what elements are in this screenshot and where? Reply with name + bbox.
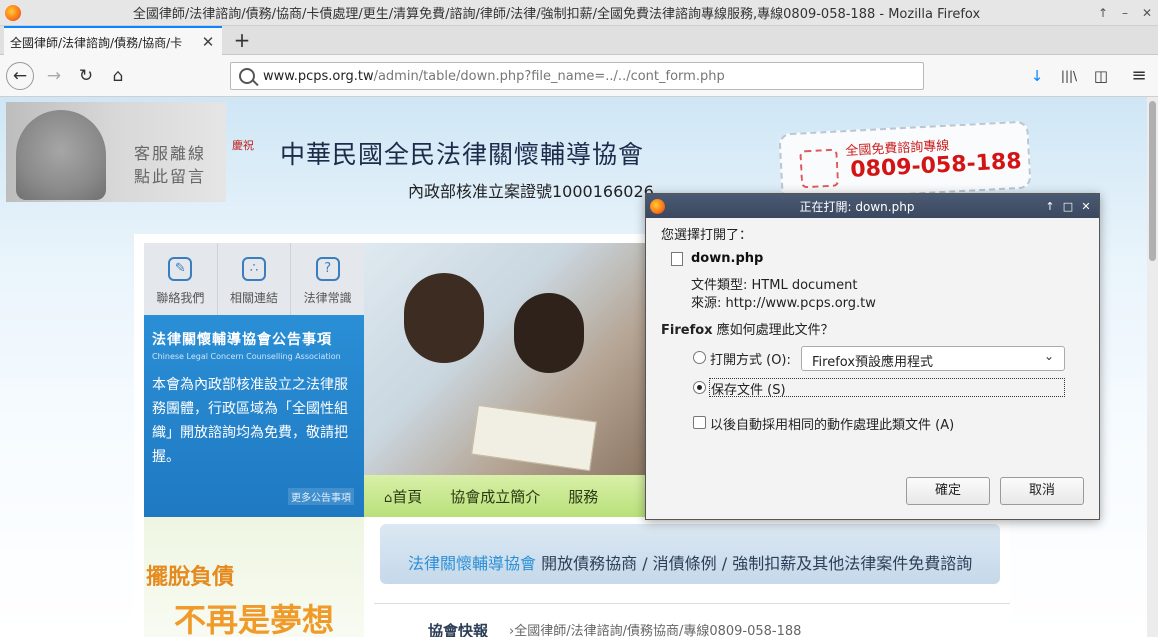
dialog-maximize-button[interactable]: □	[1059, 200, 1077, 213]
support-text-line2: 點此留言	[134, 167, 207, 186]
downloads-icon[interactable]: ↓	[1024, 63, 1050, 89]
org-name: 中華民國全民法律關懷輔導協會	[280, 140, 645, 169]
window-titlebar: 全國律師/法律諮詢/債務/協商/卡債處理/更生/清算免費/諮詢/律師/法律/強制…	[0, 0, 1158, 26]
url-path: /admin/table/down.php?file_name=../../co…	[373, 68, 725, 84]
tab-bar: 全國律師/法律諮詢/債務/協商/卡 ✕ +	[0, 26, 1158, 56]
save-file-radio[interactable]	[693, 381, 706, 394]
tab-close-icon[interactable]: ✕	[200, 33, 216, 51]
open-with-label[interactable]: 打開方式 (O):	[710, 349, 791, 368]
org-registration: 內政部核准立案證號1000166026	[408, 182, 654, 201]
dialog-prompt: 您選擇打開了：	[661, 228, 753, 243]
menu-item-services[interactable]: 服務	[568, 486, 598, 507]
support-photo	[16, 110, 106, 200]
window-close-button[interactable]: ✕	[1136, 6, 1158, 20]
support-text-line1: 客服離線	[134, 144, 207, 163]
hero-family-photo	[364, 243, 646, 475]
sidebar-icon[interactable]: ◫	[1088, 63, 1114, 89]
notice-subtitle: Chinese Legal Concern Counselling Associ…	[152, 352, 341, 361]
remember-label[interactable]: 以後自動採用相同的動作處理此類文件 (A)	[710, 414, 954, 433]
news-bar: 協會快報 ›全國律師/法律諮詢/債務協商/專線0809-058-188	[374, 603, 1010, 637]
notice-panel: 法律關懷輔導協會公告事項 Chinese Legal Concern Couns…	[144, 315, 364, 517]
home-button[interactable]: ⌂	[104, 62, 132, 90]
menu-item-home[interactable]: 首頁	[384, 486, 422, 507]
file-icon	[671, 252, 683, 266]
quick-link-contact[interactable]: ✎ 聯絡我們	[144, 243, 218, 315]
library-icon[interactable]: |||\	[1056, 63, 1082, 89]
deco-mark: 慶祝	[232, 139, 254, 152]
service-banner: 法律關懷輔導協會 開放債務協商 / 消債條例 / 強制扣薪及其他法律案件免費諮詢	[380, 524, 1000, 584]
save-file-label[interactable]: 保存文件 (S)	[709, 378, 1065, 398]
window-up-button[interactable]: ↑	[1092, 6, 1114, 20]
main-menu: 首頁 協會成立簡介 服務	[364, 475, 646, 517]
url-bar[interactable]: www.pcps.org.tw/admin/table/down.php?fil…	[230, 62, 924, 90]
url-text: www.pcps.org.tw/admin/table/down.php?fil…	[263, 69, 725, 84]
navigation-toolbar: ← → ↻ ⌂ www.pcps.org.tw/admin/table/down…	[0, 55, 1158, 97]
url-host: www.pcps.org.tw	[263, 68, 374, 84]
dialog-up-button[interactable]: ↑	[1041, 200, 1059, 213]
dialog-question: Firefox 應如何處理此文件？	[661, 319, 834, 338]
hotline-badge[interactable]: 全國免費諮詢專線 0809-058-188	[778, 120, 1032, 202]
quick-links: ✎ 聯絡我們 ∴ 相關連結 ? 法律常識	[144, 243, 364, 315]
chevron-down-icon: ⌄	[1043, 349, 1054, 363]
open-file-dialog: 正在打開: down.php ↑ □ ✕ 您選擇打開了： down.php 文件…	[645, 193, 1100, 520]
file-type: 文件類型: HTML document	[691, 278, 858, 293]
quick-link-legal[interactable]: ? 法律常識	[291, 243, 364, 315]
news-ticker[interactable]: ›全國律師/法律諮詢/債務協商/專線0809-058-188	[509, 620, 801, 637]
page-scrollbar[interactable]	[1147, 97, 1158, 637]
slogan-line1: 擺脫負債	[146, 565, 235, 590]
support-text: 客服離線 點此留言	[134, 142, 206, 188]
dialog-header: 正在打開: down.php ↑ □ ✕	[646, 194, 1099, 218]
new-tab-button[interactable]: +	[230, 28, 254, 52]
support-widget[interactable]: 客服離線 點此留言	[6, 102, 226, 202]
question-prefix: Firefox	[661, 323, 713, 338]
firefox-logo-icon	[650, 198, 665, 214]
quick-link-links[interactable]: ∴ 相關連結	[218, 243, 292, 315]
ok-button[interactable]: 確定	[906, 477, 990, 505]
slogan-banner: 擺脫負債 不再是夢想	[144, 517, 364, 637]
hero-book	[471, 404, 597, 472]
notice-title: 法律關懷輔導協會公告事項	[152, 332, 332, 348]
slogan-line2: 不再是夢想	[174, 601, 335, 637]
file-name: down.php	[691, 251, 764, 266]
service-banner-text: 法律關懷輔導協會 開放債務協商 / 消債條例 / 強制扣薪及其他法律案件免費諮詢	[408, 550, 972, 574]
window-minimize-button[interactable]: –	[1114, 6, 1136, 20]
open-with-select[interactable]: Firefox預設應用程式 ⌄	[801, 346, 1065, 371]
search-icon	[239, 68, 255, 84]
cancel-button[interactable]: 取消	[1000, 477, 1084, 505]
quick-link-label: 相關連結	[230, 291, 279, 305]
quick-link-label: 法律常識	[303, 291, 352, 305]
file-source: 來源: http://www.pcps.org.tw	[691, 296, 876, 311]
banner-rest: 開放債務協商 / 消債條例 / 強制扣薪及其他法律案件免費諮詢	[536, 554, 973, 573]
open-with-radio[interactable]	[693, 351, 706, 364]
scrollbar-thumb[interactable]	[1149, 101, 1156, 261]
menu-icon[interactable]: ≡	[1126, 63, 1152, 89]
notice-body: 本會為內政部核准設立之法律服務團體，行政區域為「全國性組織」開放諮詢均為免費，敬…	[152, 377, 348, 465]
notice-more-link[interactable]: 更多公告事項	[288, 488, 354, 505]
quick-link-label: 聯絡我們	[156, 291, 205, 305]
news-label: 協會快報	[428, 622, 489, 637]
window-title: 全國律師/法律諮詢/債務/協商/卡債處理/更生/清算免費/諮詢/律師/法律/強制…	[132, 7, 981, 22]
hero-figure	[514, 293, 584, 373]
contact-icon: ✎	[168, 257, 193, 281]
links-icon: ∴	[242, 257, 266, 281]
phone-icon	[799, 148, 840, 189]
tab-active[interactable]: 全國律師/法律諮詢/債務/協商/卡 ✕	[4, 26, 222, 56]
reload-button[interactable]: ↻	[72, 62, 100, 90]
banner-org: 法律關懷輔導協會	[408, 554, 537, 573]
menu-item-about[interactable]: 協會成立簡介	[450, 486, 540, 507]
open-with-value: Firefox預設應用程式	[812, 355, 934, 370]
question-icon: ?	[315, 257, 340, 281]
forward-button[interactable]: →	[40, 62, 68, 90]
firefox-logo-icon	[5, 4, 21, 21]
question-rest: 應如何處理此文件？	[712, 323, 834, 338]
hero-figure	[404, 273, 484, 363]
dialog-close-button[interactable]: ✕	[1077, 200, 1095, 213]
tab-title: 全國律師/法律諮詢/債務/協商/卡	[10, 35, 183, 50]
dialog-title: 正在打開: down.php	[799, 199, 915, 214]
remember-checkbox[interactable]	[693, 416, 706, 429]
back-button[interactable]: ←	[6, 62, 34, 90]
